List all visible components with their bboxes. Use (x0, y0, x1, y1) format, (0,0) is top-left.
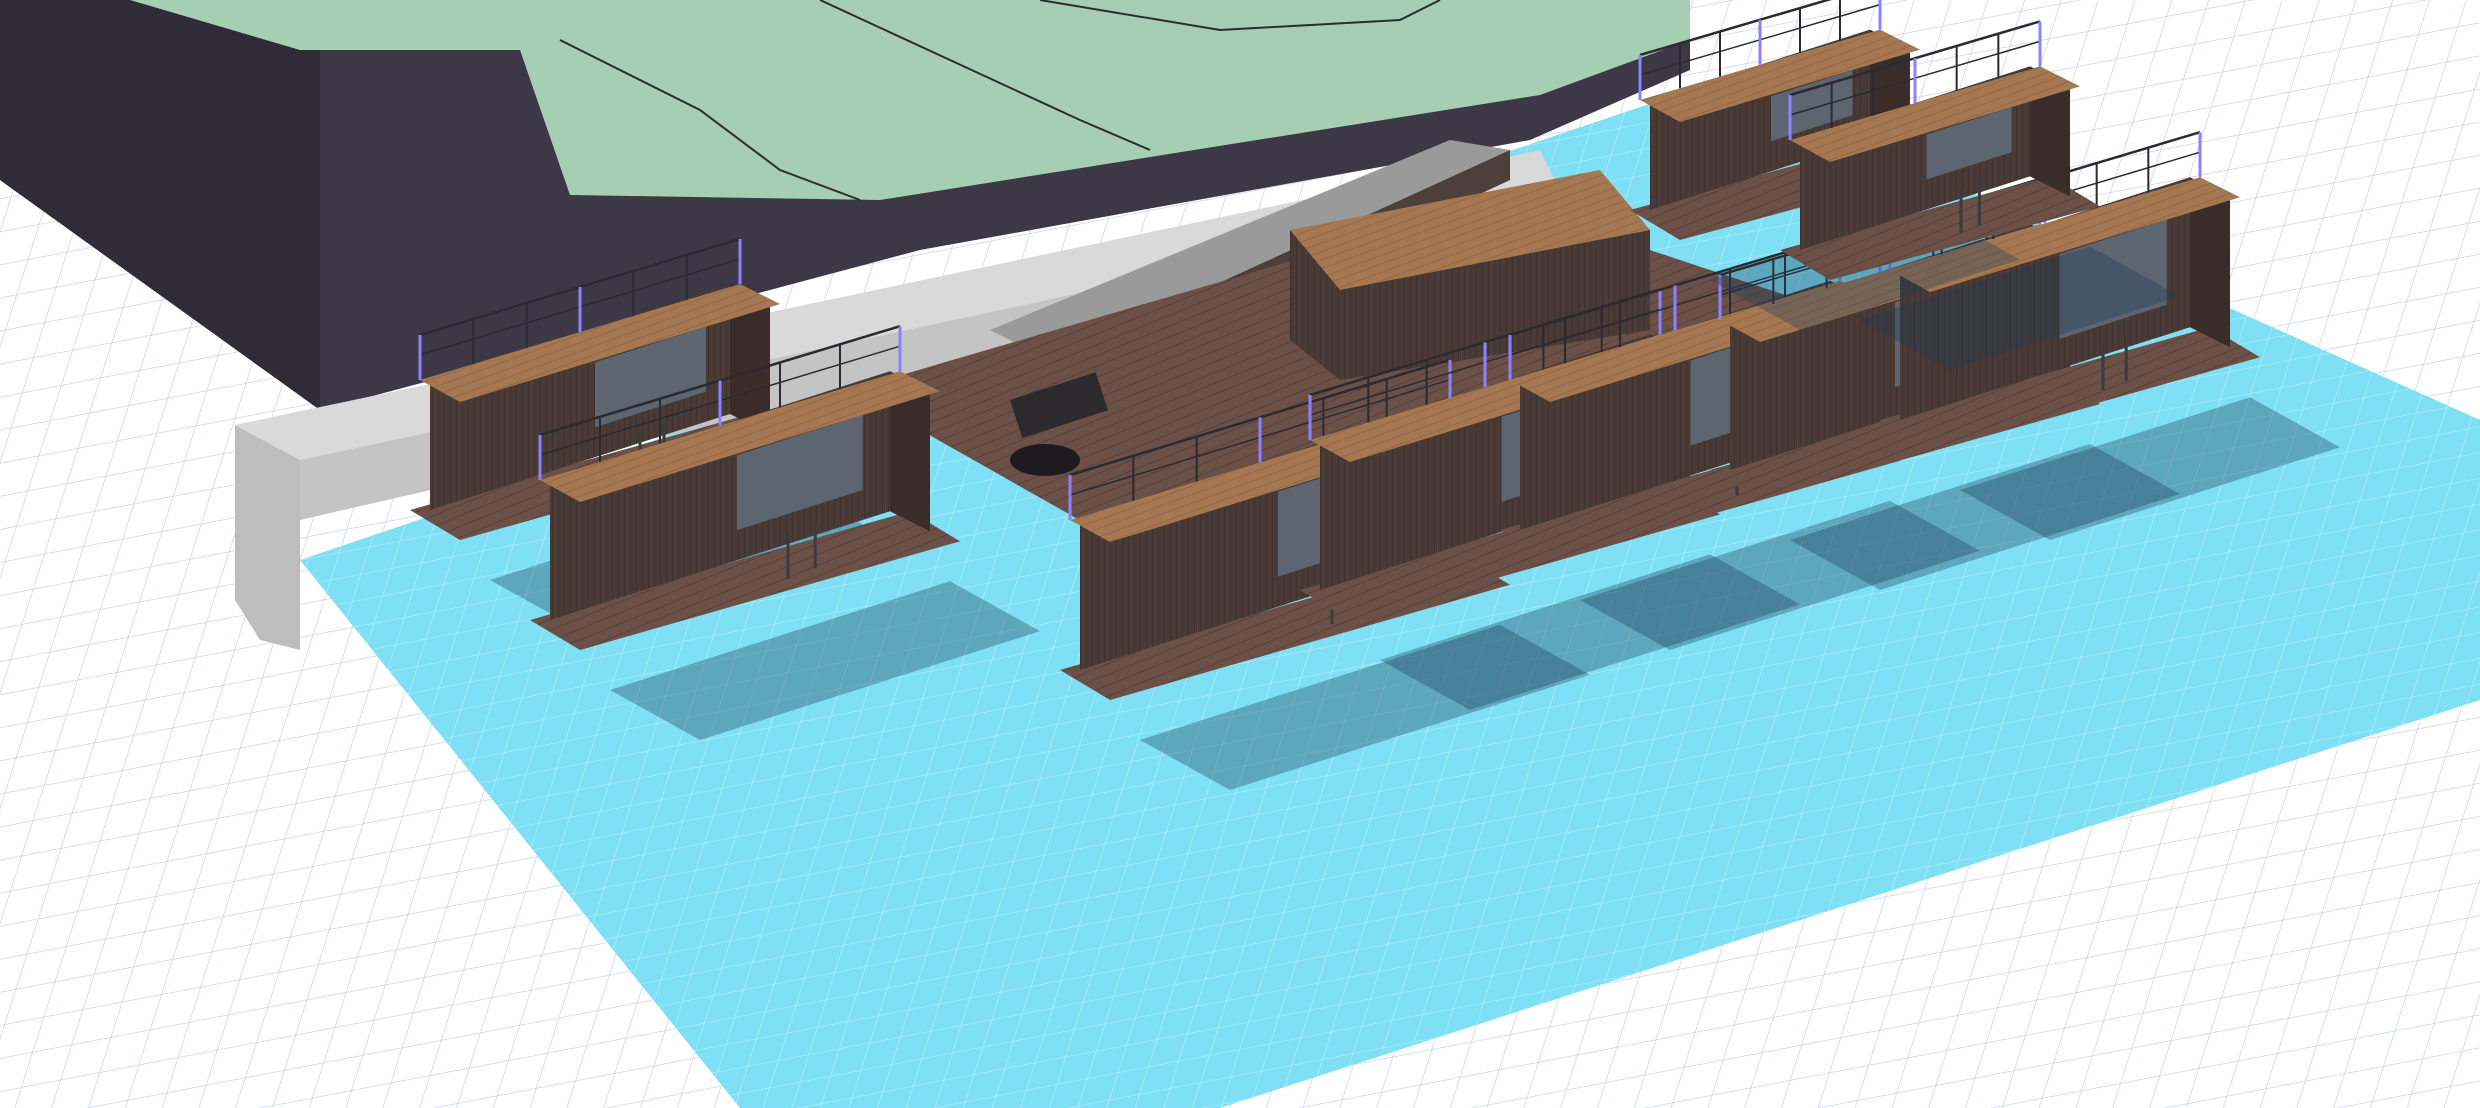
model-scene[interactable] (0, 0, 2480, 1108)
3d-viewport[interactable] (0, 0, 2480, 1108)
fire-pit (1010, 444, 1080, 476)
